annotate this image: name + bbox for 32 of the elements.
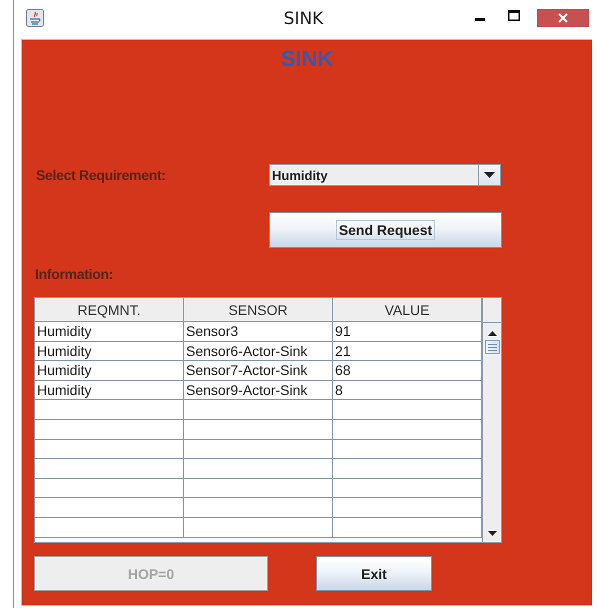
scroll-down-icon[interactable] — [488, 531, 497, 536]
table-cell: 21 — [333, 342, 482, 362]
send-request-button[interactable]: Send Request — [269, 212, 502, 248]
maximize-icon[interactable] — [508, 10, 520, 21]
exit-button[interactable]: Exit — [316, 556, 432, 591]
table-cell: Humidity — [35, 322, 184, 342]
dropdown-arrow-icon — [484, 172, 495, 178]
table-cell: Sensor9-Actor-Sink — [184, 380, 334, 400]
table-cell: Humidity — [35, 342, 184, 362]
scroll-thumb[interactable] — [484, 340, 500, 354]
table-cell: Humidity — [35, 361, 184, 381]
scrollbar[interactable] — [483, 323, 501, 542]
information-label: Information: — [35, 266, 114, 282]
column-header[interactable]: VALUE — [333, 298, 482, 322]
table-cell: Humidity — [35, 380, 184, 400]
requirement-dropdown[interactable]: Humidity — [269, 164, 501, 186]
window-title: SINK — [284, 9, 324, 29]
table-cell: 91 — [333, 322, 482, 342]
table-cell: 68 — [333, 361, 482, 381]
table-cell: Sensor6-Actor-Sink — [184, 342, 334, 362]
java-icon — [26, 8, 44, 26]
panel-heading: SINK — [280, 46, 334, 72]
column-header[interactable]: SENSOR — [184, 298, 334, 322]
close-icon — [558, 13, 568, 23]
table-cell: Sensor7-Actor-Sink — [184, 361, 334, 381]
table-cell: Sensor3 — [184, 322, 334, 342]
minimize-icon[interactable] — [475, 18, 487, 22]
column-header[interactable]: REQMNT. — [35, 298, 184, 322]
close-button[interactable] — [537, 9, 589, 27]
requirement-label: Select Requirement: — [36, 167, 167, 183]
scroll-up-icon[interactable] — [488, 331, 497, 336]
table-cell: 8 — [333, 380, 482, 400]
